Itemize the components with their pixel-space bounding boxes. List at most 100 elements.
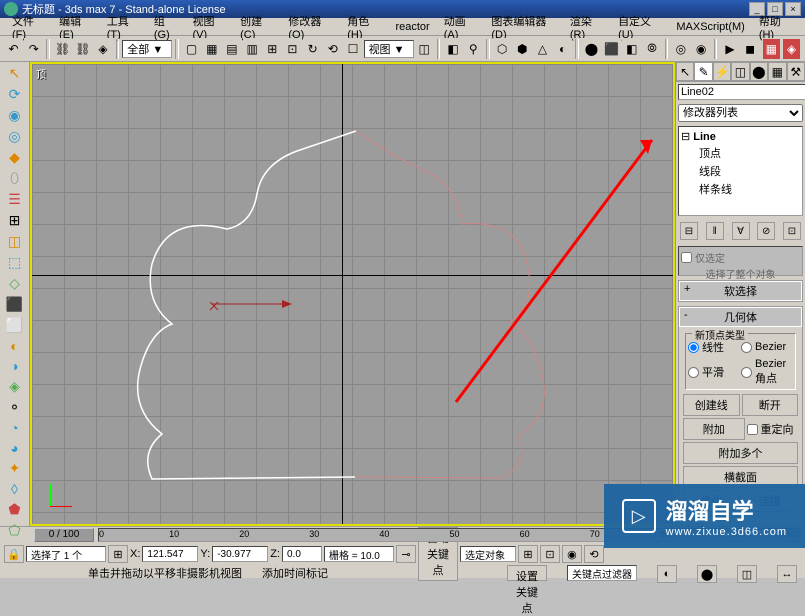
diamond-icon[interactable]: ◇	[3, 274, 27, 293]
selection-filter[interactable]: 全部 ▼	[122, 40, 172, 58]
object-name-input[interactable]	[678, 84, 805, 100]
motion-tab[interactable]: ◫	[731, 62, 749, 81]
mirror-button[interactable]: ⬛	[602, 38, 621, 60]
link-button[interactable]: ⛓	[53, 38, 72, 60]
quick-render-button[interactable]: ◼	[741, 38, 760, 60]
display-tab[interactable]: ⬤	[750, 62, 768, 81]
rotate-icon[interactable]: ⟳	[3, 85, 27, 104]
angle-snap-button[interactable]: ⬢	[513, 38, 532, 60]
bind-button[interactable]: ◈	[93, 38, 112, 60]
lock-selection-check[interactable]	[681, 252, 692, 263]
tb-btn-2[interactable]: ⚲	[464, 38, 483, 60]
hierarchy-tab[interactable]: ⚡	[713, 62, 731, 81]
torus-icon[interactable]: ◎	[3, 127, 27, 146]
quarter1-icon[interactable]: ◔	[3, 419, 27, 437]
quarter2-icon[interactable]: ◕	[3, 439, 27, 457]
undo-button[interactable]: ↶	[4, 38, 23, 60]
curve-editor-button[interactable]: ◎	[671, 38, 690, 60]
right-btn-1[interactable]: ▦	[762, 38, 781, 60]
extra-tab[interactable]: ⚒	[787, 62, 805, 81]
sphere-icon[interactable]: ◉	[3, 106, 27, 125]
select-icon[interactable]: ↖	[3, 64, 27, 83]
remove-mod-button[interactable]: ⊘	[757, 222, 775, 240]
box-icon[interactable]: ◫	[3, 232, 27, 251]
loz-icon[interactable]: ◊	[3, 480, 27, 498]
geometry-rollout[interactable]: -几何体	[679, 307, 802, 327]
ring-icon[interactable]: ⚬	[3, 398, 27, 417]
stack-segment[interactable]: 线段	[681, 162, 800, 180]
nav-5[interactable]: ◐	[657, 565, 677, 583]
center-button[interactable]: ◫	[415, 38, 434, 60]
viewport-top[interactable]: 顶	[30, 62, 675, 526]
key-filter-label[interactable]: 关键点过滤器	[567, 565, 637, 581]
modifier-list[interactable]: 修改器列表	[678, 104, 803, 122]
grid-icon[interactable]: ⊞	[3, 211, 27, 230]
schematic-button[interactable]: ◉	[692, 38, 711, 60]
create-line-button[interactable]: 创建线	[683, 394, 740, 416]
select-move-button[interactable]: ▥	[243, 38, 262, 60]
unlink-button[interactable]: ⛓	[73, 38, 92, 60]
utilities-tab[interactable]: ▦	[768, 62, 786, 81]
key-filter-sel[interactable]: 选定对象	[460, 546, 516, 562]
nav-4[interactable]: ⟲	[584, 545, 604, 563]
spark-icon[interactable]: ✦	[3, 459, 27, 478]
named-sel-button[interactable]: ⬤	[582, 38, 601, 60]
break-button[interactable]: 断开	[742, 394, 799, 416]
show-result-button[interactable]: ‖	[706, 222, 724, 240]
select-button[interactable]: ▢	[182, 38, 201, 60]
list-icon[interactable]: ☰	[3, 190, 27, 209]
config-button[interactable]: ⊡	[783, 222, 801, 240]
time-slider[interactable]: 0 / 100	[34, 528, 94, 542]
cone-icon[interactable]: ◆	[3, 148, 27, 167]
select-region-button[interactable]: ▦	[202, 38, 221, 60]
menu-reactor[interactable]: reactor	[389, 20, 435, 34]
penta-icon[interactable]: ⬟	[3, 500, 27, 519]
smooth-radio[interactable]	[688, 367, 699, 378]
key-mode-button[interactable]: ⊸	[396, 545, 416, 563]
redo-button[interactable]: ↷	[24, 38, 43, 60]
bezier-corner-radio[interactable]	[741, 367, 752, 378]
x-input[interactable]	[142, 546, 198, 562]
right-btn-2[interactable]: ◈	[782, 38, 801, 60]
nav-6[interactable]: ⬤	[697, 565, 717, 583]
nav-8[interactable]: ↔	[777, 565, 797, 583]
hollow-icon[interactable]: ⬜	[3, 316, 27, 335]
stack-vertex[interactable]: 顶点	[681, 144, 800, 162]
attach-button[interactable]: 附加	[683, 418, 745, 440]
nav-7[interactable]: ◫	[737, 565, 757, 583]
pin-stack-button[interactable]: ⊟	[680, 222, 698, 240]
soft-selection-rollout[interactable]: +软选择	[679, 281, 802, 301]
render-button[interactable]: ▶	[720, 38, 739, 60]
z-input[interactable]	[282, 546, 322, 562]
setkey-button[interactable]: 设置关键点	[507, 565, 547, 581]
unique-button[interactable]: ∀	[732, 222, 750, 240]
nav-1[interactable]: ⊞	[518, 545, 538, 563]
solid-icon[interactable]: ⬛	[3, 295, 27, 314]
rotate2-button[interactable]: ⟲	[323, 38, 342, 60]
percent-snap-button[interactable]: △	[533, 38, 552, 60]
y-input[interactable]	[212, 546, 268, 562]
window-crossing-button[interactable]: ▤	[222, 38, 241, 60]
attach-mult-button[interactable]: 附加多个	[683, 442, 798, 464]
menu-group[interactable]: 组(G)	[148, 12, 185, 42]
modifier-stack[interactable]: ⊟ Line 顶点 线段 样条线	[678, 126, 803, 216]
half1-icon[interactable]: ◐	[3, 337, 27, 355]
rotate-button[interactable]: ↻	[303, 38, 322, 60]
reorient-check[interactable]	[747, 424, 758, 435]
modify-tab[interactable]: ✎	[694, 62, 712, 81]
nav-3[interactable]: ◉	[562, 545, 582, 563]
snap-button[interactable]: ⬡	[493, 38, 512, 60]
create-tab[interactable]: ↖	[676, 62, 694, 81]
add-time-tag[interactable]: 添加时间标记	[262, 565, 328, 581]
lock-selection-button[interactable]: 🔒	[4, 545, 24, 563]
ref-coord-system[interactable]: 视图 ▼	[364, 40, 414, 58]
layers-button[interactable]: ⦾	[642, 38, 661, 60]
select-rotate-button[interactable]: ⊞	[263, 38, 282, 60]
tb-btn-1[interactable]: ◧	[443, 38, 462, 60]
stack-spline[interactable]: 样条线	[681, 180, 800, 198]
stack-line[interactable]: ⊟ Line	[681, 129, 800, 144]
bezier-radio[interactable]	[741, 342, 752, 353]
align-button[interactable]: ◧	[622, 38, 641, 60]
spinner-snap-button[interactable]: ◐	[553, 38, 572, 60]
menu-maxscript[interactable]: MAXScript(M)	[670, 20, 750, 34]
